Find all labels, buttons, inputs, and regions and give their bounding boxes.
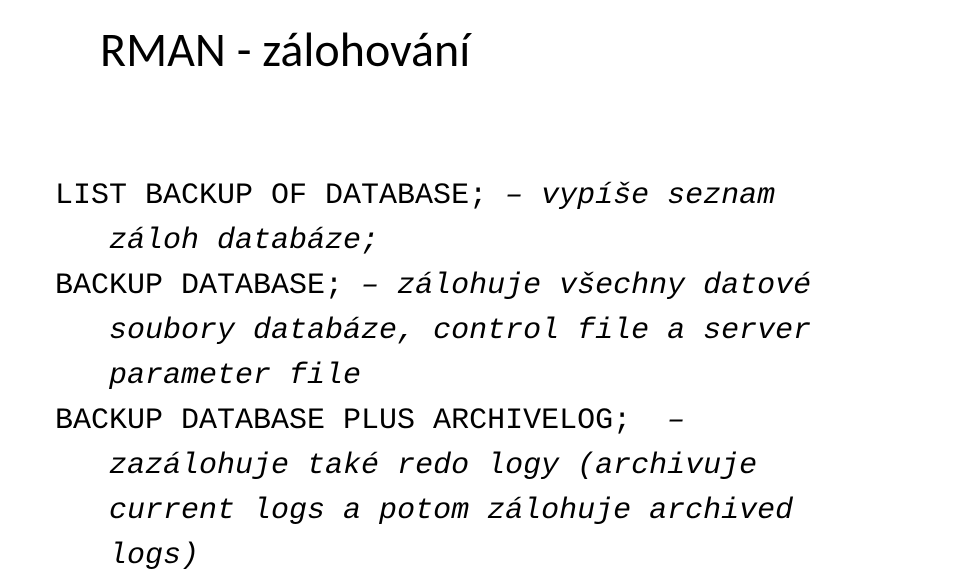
line-4-code [55,359,109,393]
line-7-desc: current logs a potom zálohuje archived [109,494,793,528]
line-5-desc: – [667,404,685,438]
page-title: RMAN - zálohování [100,20,905,79]
line-1-code [55,224,109,258]
line-0-desc: – vypíše seznam [505,179,775,213]
line-2-code: BACKUP DATABASE; [55,269,361,303]
line-6-code [55,449,109,483]
content-block: LIST BACKUP OF DATABASE; – vypíše seznam… [55,129,905,579]
line-5-code: BACKUP DATABASE PLUS ARCHIVELOG; [55,404,667,438]
line-3-desc: soubory databáze, control file a server [109,314,811,348]
line-3-code [55,314,109,348]
line-2-desc: – zálohuje všechny datové [361,269,811,303]
line-6-desc: zazálohuje také redo logy (archivuje [109,449,757,483]
line-8-desc: logs) [109,539,199,573]
line-1-desc: záloh databáze; [109,224,379,258]
line-8-code [55,539,109,573]
line-7-code [55,494,109,528]
line-4-desc: parameter file [109,359,361,393]
line-0-code: LIST BACKUP OF DATABASE; [55,179,505,213]
